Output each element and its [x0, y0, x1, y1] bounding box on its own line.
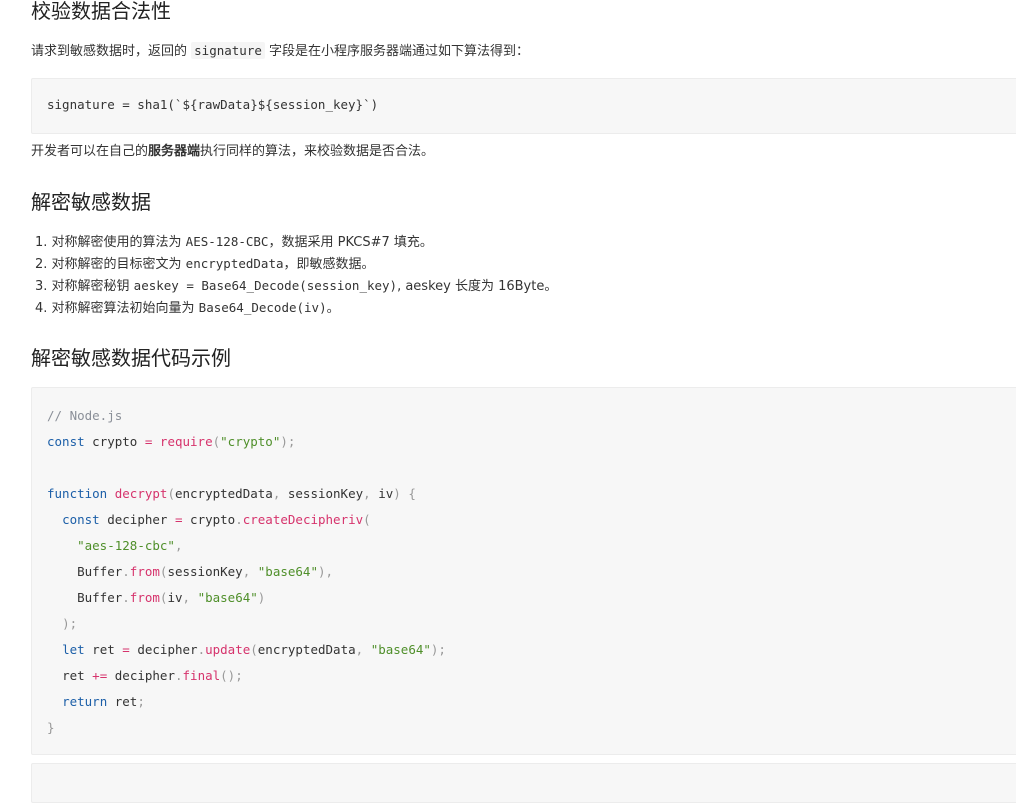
step-text: ，即敏感数据。 [283, 257, 375, 272]
identifier: Buffer [77, 590, 123, 605]
verify-intro-prefix: 请求到敏感数据时，返回的 [31, 44, 192, 59]
string-literal: "crypto" [220, 434, 281, 449]
step-number: 4. [35, 301, 48, 316]
decrypt-steps-list: 1. 对称解密使用的算法为 AES-128-CBC，数据采用 PKCS#7 填充… [35, 231, 557, 319]
string-literal: "base64" [197, 590, 258, 605]
identifier: encryptedData [174, 486, 273, 501]
list-item: 4. 对称解密算法初始向量为 Base64_Decode(iv)。 [35, 297, 557, 319]
step-text: ，数据采用 PKCS#7 填充。 [268, 235, 433, 250]
verify-note-paragraph: 开发者可以在自己的服务器端执行同样的算法，来校验数据是否合法。 [31, 142, 434, 162]
identifier: crypto [92, 434, 138, 449]
code-comment: // Node.js [47, 408, 123, 423]
verify-intro-suffix: 字段是在小程序服务器端通过如下算法得到： [264, 44, 530, 59]
function-name: createDecipheriv [242, 512, 364, 527]
keyword: function [47, 486, 108, 501]
step-text: 对称解密使用的算法为 [47, 235, 186, 250]
function-name: update [205, 642, 251, 657]
next-code-block [31, 763, 1016, 803]
signature-code-line: signature = sha1(`${rawData}${session_ke… [47, 97, 379, 112]
function-name: final [182, 668, 221, 683]
identifier: encryptedData [257, 642, 356, 657]
step-code: aeskey = Base64_Decode(session_key) [133, 278, 398, 293]
verify-note-prefix: 开发者可以在自己的 [31, 144, 149, 159]
keyword: const [62, 512, 100, 527]
step-code: AES-128-CBC [185, 234, 269, 249]
identifier: decipher [114, 668, 175, 683]
section-title-decrypt: 解密敏感数据 [31, 190, 151, 214]
step-number: 3. [35, 279, 48, 294]
identifier: iv [378, 486, 394, 501]
string-literal: "base64" [370, 642, 431, 657]
step-text: 对称解密秘钥 [47, 279, 134, 294]
keyword: let [62, 642, 85, 657]
section-title-code-example: 解密敏感数据代码示例 [31, 346, 231, 370]
function-name: require [159, 434, 213, 449]
step-text: 对称解密的目标密文为 [47, 257, 186, 272]
identifier: ret [92, 642, 115, 657]
operator: = [144, 434, 153, 449]
function-name: from [129, 590, 160, 605]
operator: += [92, 668, 108, 683]
string-literal: "base64" [257, 564, 318, 579]
keyword: return [62, 694, 108, 709]
identifier: decipher [107, 512, 168, 527]
verify-note-suffix: 执行同样的算法，来校验数据是否合法。 [200, 144, 435, 159]
list-item: 1. 对称解密使用的算法为 AES-128-CBC，数据采用 PKCS#7 填充… [35, 231, 557, 253]
identifier: ret [62, 668, 85, 683]
signature-code-block: signature = sha1(`${rawData}${session_ke… [31, 78, 1016, 134]
list-item: 3. 对称解密秘钥 aeskey = Base64_Decode(session… [35, 275, 557, 297]
identifier: iv [167, 590, 183, 605]
identifier: ret [114, 694, 138, 709]
nodejs-code-block: // Node.js const crypto = require("crypt… [31, 387, 1016, 755]
string-literal: "aes-128-cbc" [77, 538, 175, 553]
identifier: sessionKey [167, 564, 243, 579]
code-listing: // Node.js const crypto = require("crypt… [47, 408, 446, 735]
step-code: encryptedData [185, 256, 284, 271]
step-number: 2. [35, 257, 48, 272]
function-name: from [129, 564, 160, 579]
operator: = [122, 642, 130, 657]
step-number: 1. [35, 235, 48, 250]
section-title-verify: 校验数据合法性 [31, 0, 171, 23]
identifier: Buffer [77, 564, 123, 579]
operator: = [174, 512, 183, 527]
verify-intro-paragraph: 请求到敏感数据时，返回的 signature 字段是在小程序服务器端通过如下算法… [31, 41, 529, 62]
identifier: crypto [190, 512, 236, 527]
step-text: , aeskey 长度为 16Byte。 [397, 279, 558, 294]
step-code: Base64_Decode(iv) [198, 300, 327, 315]
identifier: sessionKey [287, 486, 364, 501]
step-text: 。 [326, 301, 340, 316]
keyword: const [47, 434, 85, 449]
function-name: decrypt [114, 486, 168, 501]
list-item: 2. 对称解密的目标密文为 encryptedData，即敏感数据。 [35, 253, 557, 275]
step-text: 对称解密算法初始向量为 [47, 301, 199, 316]
server-side-bold: 服务器端 [148, 144, 201, 159]
identifier: decipher [137, 642, 198, 657]
signature-inline-code: signature [191, 42, 265, 59]
